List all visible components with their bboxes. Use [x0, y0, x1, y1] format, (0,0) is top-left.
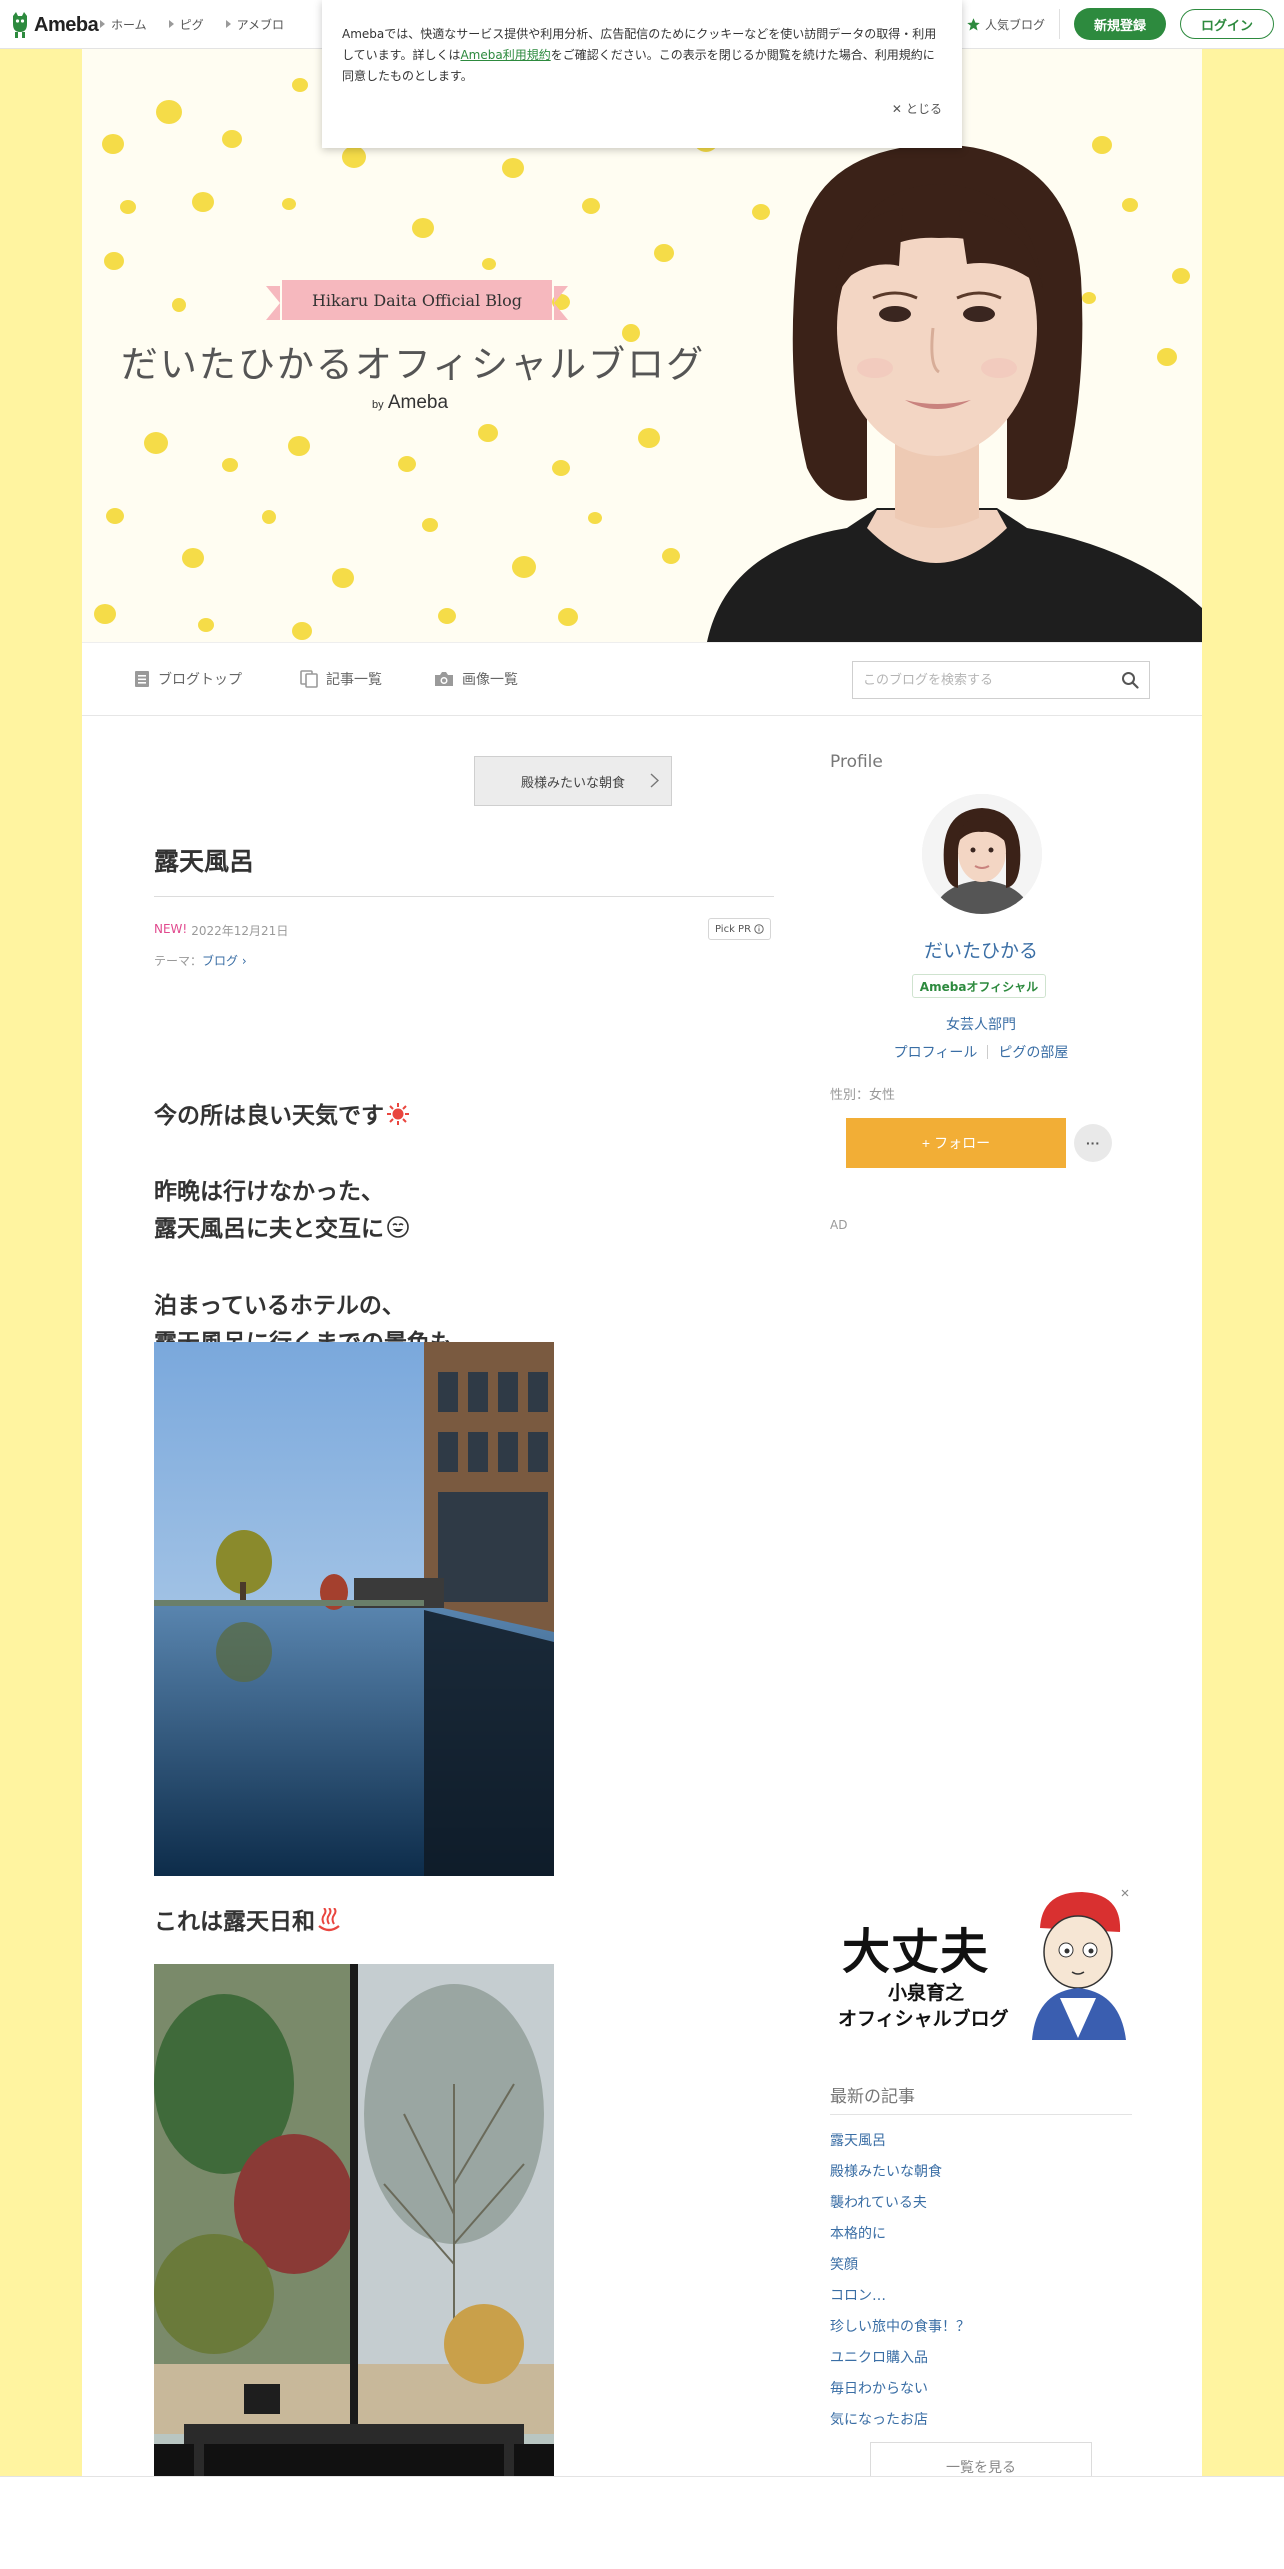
popular-blog-link[interactable]: 人気ブログ	[966, 9, 1060, 39]
nav-blog-top[interactable]: ブログトップ	[134, 643, 242, 715]
pick-pr-badge[interactable]: Pick PR	[708, 918, 772, 940]
list-item[interactable]: 本格的に	[830, 2219, 1132, 2250]
login-button[interactable]: ログイン	[1179, 9, 1274, 39]
list-item[interactable]: コロン…	[830, 2281, 1132, 2312]
article-theme: テーマ：ブログ ›	[154, 954, 247, 968]
recent-articles-list: 露天風呂 殿様みたいな朝食 襲われている夫 本格的に 笑顔 コロン… 珍しい旅中…	[830, 2126, 1132, 2436]
blog-nav: ブログトップ 記事一覧 画像一覧	[82, 642, 1202, 716]
ad-character-illustration	[1032, 1892, 1126, 2040]
article-paragraph: 昨晩は行けなかった、 露天風呂に夫と交互に	[154, 1174, 410, 1248]
avatar[interactable]	[922, 794, 1042, 914]
profile-name[interactable]: だいたひかる	[830, 936, 1132, 963]
divider	[987, 1045, 989, 1059]
triangle-right-icon	[100, 20, 105, 28]
nav-article-list[interactable]: 記事一覧	[300, 643, 382, 715]
bottom-fixed-bar	[0, 2476, 1284, 2569]
avatar-image	[922, 794, 1042, 914]
header-actions: 人気ブログ 新規登録 ログイン	[966, 0, 1274, 48]
new-badge: NEW!	[154, 922, 188, 936]
list-item[interactable]: 殿様みたいな朝食	[830, 2157, 1132, 2188]
nav-pig[interactable]: ピグ	[168, 16, 204, 33]
blog-title[interactable]: だいたひかるオフィシャルブログ	[108, 334, 718, 388]
nav-ameblo[interactable]: アメブロ	[225, 16, 284, 33]
follow-button[interactable]: + フォロー	[846, 1118, 1066, 1168]
by-ameba-label: by Ameba	[372, 392, 449, 413]
article-paragraph: これは露天日和	[154, 1904, 341, 1941]
list-item[interactable]: 笑顔	[830, 2250, 1132, 2281]
copy-icon	[300, 670, 318, 688]
list-item[interactable]: 気になったお店	[830, 2405, 1132, 2436]
blog-search	[852, 661, 1150, 699]
ad-text: 小泉育之	[888, 1982, 965, 2004]
triangle-right-icon	[225, 20, 231, 28]
blogger-portrait-image	[707, 144, 1202, 642]
hot-spring-emoji-icon	[318, 1908, 340, 1932]
ad-choices-icon[interactable]	[1120, 1888, 1130, 1898]
cookie-close-button[interactable]: ✕ とじる	[892, 99, 942, 120]
ad-banner[interactable]: 大丈夫 小泉育之 オフィシャルブログ	[830, 1888, 1130, 2040]
camera-icon	[435, 672, 453, 686]
profile-gender: 性別：女性	[830, 1088, 896, 1103]
theme-link[interactable]: ブログ ›	[202, 954, 247, 968]
divider	[830, 2114, 1132, 2115]
list-item[interactable]: ユニクロ購入品	[830, 2343, 1132, 2374]
cookie-notice: Amebaでは、快適なサービス提供や利用分析、広告配信のためにクッキーなどを使い…	[322, 0, 962, 148]
article-photo[interactable]	[154, 1964, 554, 2524]
profile-category[interactable]: 女芸人部門	[830, 1014, 1132, 1034]
pig-room-link[interactable]: ピグの部屋	[998, 1042, 1068, 1062]
search-icon[interactable]	[1121, 671, 1139, 689]
title-divider	[154, 896, 774, 897]
article-title[interactable]: 露天風呂	[154, 842, 254, 878]
blog-main-panel: Hikaru Daita Official Blog だいたひかるオフィシャルブ…	[82, 48, 1202, 2568]
info-icon	[754, 924, 764, 934]
ameba-logo[interactable]: Ameba	[10, 11, 99, 39]
global-nav: ホーム ピグ アメブロ	[100, 0, 284, 48]
sun-emoji-icon	[387, 1103, 409, 1125]
list-item[interactable]: 珍しい旅中の食事！？	[830, 2312, 1132, 2343]
ad-text: 大丈夫	[842, 1924, 990, 1980]
star-icon	[967, 17, 980, 30]
register-button[interactable]: 新規登録	[1073, 8, 1166, 40]
article-photo[interactable]	[154, 1342, 554, 1876]
chevron-right-icon	[650, 773, 659, 788]
ameba-mascot-icon	[13, 12, 27, 38]
profile-link[interactable]: プロフィール	[894, 1042, 978, 1062]
logo-text: Ameba	[34, 13, 99, 36]
document-icon	[135, 671, 149, 687]
article-date: 2022年12月21日	[191, 924, 289, 938]
list-item[interactable]: 襲われている夫	[830, 2188, 1132, 2219]
profile-heading: Profile	[830, 752, 883, 772]
close-icon: ✕	[891, 102, 902, 116]
article-paragraph: 今の所は良い天気です	[154, 1098, 410, 1135]
plus-icon: +	[921, 1135, 931, 1151]
list-item[interactable]: 毎日わからない	[830, 2374, 1132, 2405]
official-badge: Amebaオフィシャル	[912, 974, 1046, 998]
list-item[interactable]: 露天風呂	[830, 2126, 1132, 2157]
article-meta: NEW! 2022年12月21日	[154, 922, 288, 939]
recent-articles-heading: 最新の記事	[830, 2087, 915, 2107]
nav-home[interactable]: ホーム	[100, 16, 147, 33]
ad-label: AD	[830, 1218, 848, 1232]
profile-links: プロフィール ピグの部屋	[830, 1042, 1132, 1062]
nav-image-list[interactable]: 画像一覧	[434, 643, 518, 715]
ribbon-text: Hikaru Daita Official Blog	[282, 280, 552, 320]
ad-text: オフィシャルブログ	[838, 2008, 1009, 2030]
search-input[interactable]	[853, 662, 1123, 698]
triangle-right-icon	[168, 20, 174, 28]
smile-emoji-icon	[387, 1216, 409, 1238]
terms-link[interactable]: Ameba利用規約	[460, 48, 550, 62]
previous-article-button[interactable]: 殿様みたいな朝食	[474, 756, 672, 806]
more-options-button[interactable]: ···	[1074, 1124, 1112, 1162]
blog-ribbon: Hikaru Daita Official Blog	[266, 280, 568, 320]
